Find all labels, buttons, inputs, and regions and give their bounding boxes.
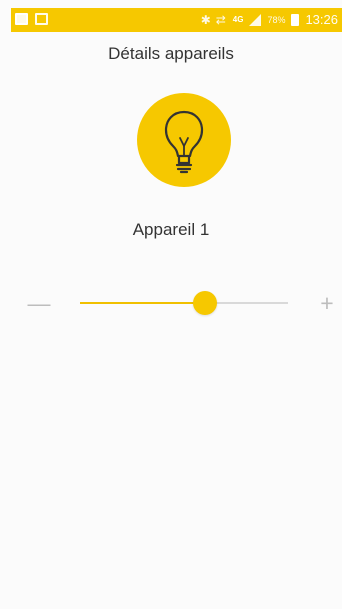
increase-button[interactable]: + bbox=[314, 286, 340, 320]
slider-thumb[interactable] bbox=[192, 291, 217, 315]
gallery-icon bbox=[35, 13, 48, 25]
brightness-control: — + bbox=[0, 286, 342, 320]
notification-icon bbox=[15, 13, 28, 25]
bluetooth-icon bbox=[201, 11, 211, 29]
mute-icon bbox=[216, 11, 227, 29]
status-bar: 4G 78% 13:26 bbox=[11, 8, 342, 32]
battery-percent: 78% bbox=[267, 15, 286, 25]
signal-icon bbox=[249, 14, 262, 26]
decrease-button[interactable]: — bbox=[26, 286, 52, 320]
battery-icon bbox=[291, 14, 300, 26]
status-time: 13:26 bbox=[305, 12, 338, 27]
status-system-area: 4G 78% 13:26 bbox=[201, 11, 338, 29]
slider-fill bbox=[80, 302, 205, 304]
page-title: Détails appareils bbox=[108, 44, 234, 63]
device-name: Appareil 1 bbox=[132, 220, 210, 239]
status-notification-icons bbox=[15, 13, 48, 25]
brightness-slider[interactable] bbox=[80, 291, 288, 315]
device-details-screen: 4G 78% 13:26 Détails appareils Appareil … bbox=[0, 0, 342, 609]
network-type: 4G bbox=[232, 15, 244, 24]
light-bulb-icon bbox=[137, 93, 231, 187]
